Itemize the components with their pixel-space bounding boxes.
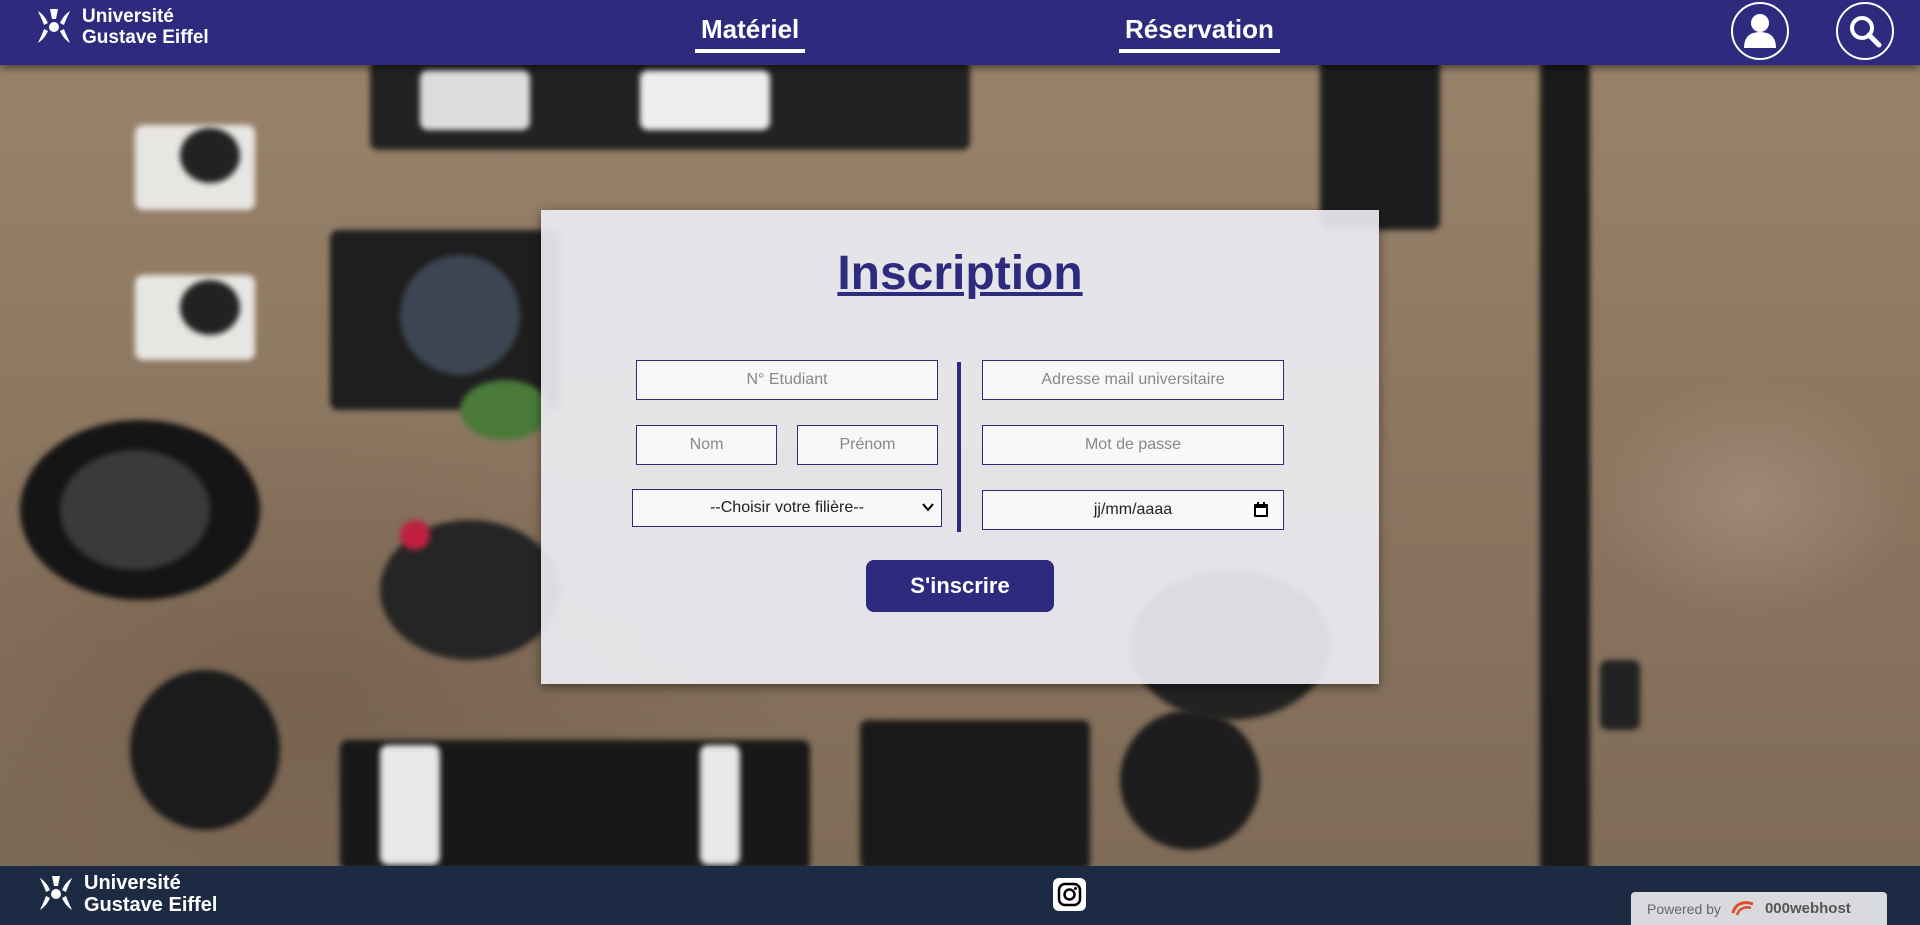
- calendar-icon[interactable]: [1253, 502, 1269, 518]
- footer-university-logo[interactable]: Université Gustave Eiffel: [36, 872, 217, 916]
- footer-logo-line-1: Université: [84, 872, 181, 894]
- student-number-input[interactable]: [636, 360, 938, 400]
- birthdate-field[interactable]: jj/mm/aaaa: [982, 490, 1284, 530]
- webhost-logo-icon: [1731, 900, 1754, 915]
- instagram-icon: [1057, 882, 1082, 907]
- program-select[interactable]: --Choisir votre filière--: [632, 489, 942, 527]
- logo-mark-icon: [40, 876, 72, 910]
- top-navbar: Université Gustave Eiffel Matériel Réser…: [0, 0, 1920, 65]
- search-icon: [1850, 16, 1882, 48]
- logo-line-1: Université: [82, 6, 174, 27]
- last-name-input[interactable]: [636, 425, 777, 465]
- page-title: Inscription: [837, 247, 1083, 300]
- powered-by-label: Powered by: [1647, 900, 1721, 917]
- logo-line-2: Gustave Eiffel: [82, 27, 209, 48]
- logo-mark-icon: [38, 9, 70, 43]
- account-button[interactable]: [1731, 2, 1789, 60]
- first-name-input[interactable]: [797, 425, 938, 465]
- password-field[interactable]: [982, 425, 1284, 465]
- date-placeholder: jj/mm/aaaa: [1093, 501, 1173, 518]
- form-column-divider: [957, 362, 961, 532]
- register-button[interactable]: S'inscrire: [866, 560, 1054, 612]
- user-icon: [1744, 14, 1776, 48]
- footer: Université Gustave Eiffel Powered by 000…: [0, 866, 1920, 925]
- footer-logo-line-2: Gustave Eiffel: [84, 894, 218, 916]
- university-logo[interactable]: Université Gustave Eiffel: [34, 6, 209, 48]
- powered-by-brand: 000webhost: [1764, 900, 1851, 917]
- nav-link-materiel[interactable]: Matériel: [695, 14, 806, 53]
- powered-by-badge[interactable]: Powered by 000webhost: [1631, 892, 1887, 925]
- program-select-value: --Choisir votre filière--: [710, 499, 864, 516]
- instagram-link[interactable]: [1053, 878, 1086, 911]
- chevron-down-icon: [922, 503, 934, 512]
- registration-panel: Inscription --Choisir votre filière-- jj…: [541, 210, 1379, 684]
- search-button[interactable]: [1836, 2, 1894, 60]
- nav-link-reservation[interactable]: Réservation: [1119, 14, 1280, 53]
- email-field[interactable]: [982, 360, 1284, 400]
